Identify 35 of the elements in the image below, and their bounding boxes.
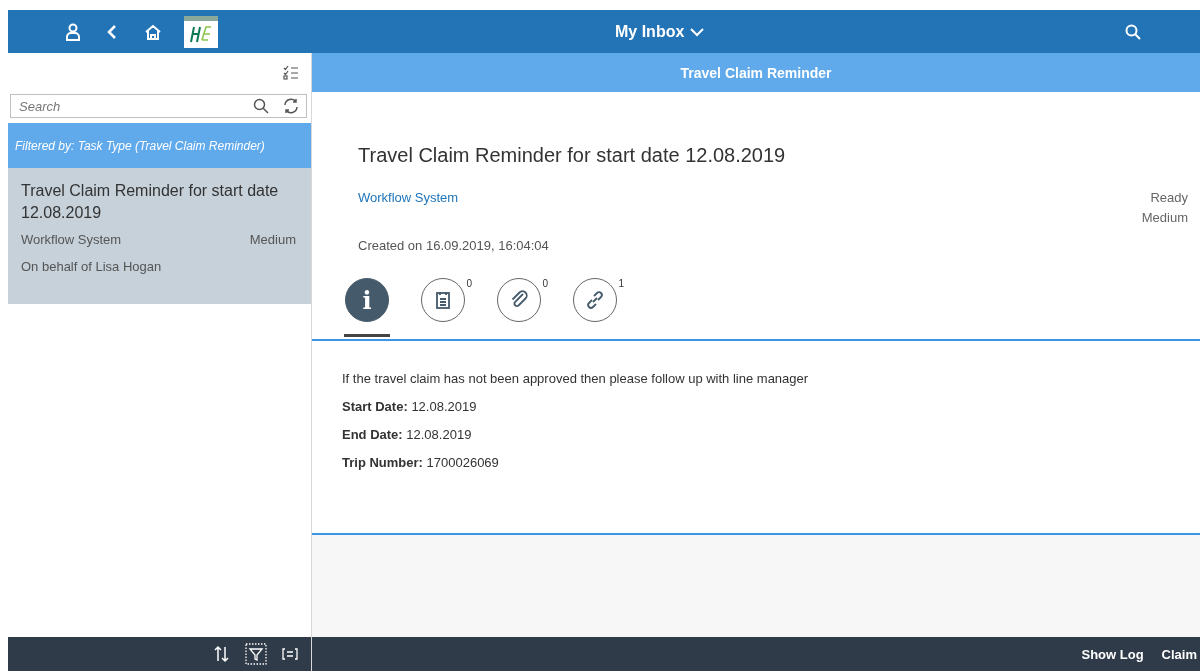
task-list-item[interactable]: Travel Claim Reminder for start date 12.08.2019 Workflow System Medium On behalf of Lisa Hogan bbox=[8, 168, 311, 304]
sort-icon[interactable] bbox=[213, 645, 231, 663]
priority-text: Medium bbox=[1141, 210, 1188, 225]
search-icon[interactable] bbox=[1124, 22, 1142, 41]
detail-title: Travel Claim Reminder for start date 12.08.2019 bbox=[358, 144, 787, 167]
tab-count: 1 bbox=[618, 278, 624, 289]
group-icon[interactable] bbox=[281, 645, 299, 663]
task-title: Travel Claim Reminder for start date 12.08.2019 bbox=[21, 181, 280, 223]
chevron-down-icon bbox=[690, 26, 705, 37]
footer-action-button[interactable]: Claim bbox=[1161, 646, 1197, 662]
footer-action-button[interactable]: Show Log bbox=[1081, 646, 1144, 662]
inbox-title-menu[interactable]: My Inbox bbox=[609, 21, 711, 42]
user-icon[interactable] bbox=[64, 22, 82, 41]
creator-link[interactable]: Workflow System bbox=[358, 190, 459, 205]
field-text: Start Date: 12.08.2019 bbox=[342, 399, 478, 414]
search-icon[interactable] bbox=[252, 97, 270, 115]
multi-select-icon[interactable] bbox=[283, 64, 299, 81]
task-behalf: On behalf of Lisa Hogan bbox=[21, 259, 162, 274]
logo[interactable] bbox=[184, 15, 218, 48]
filter-text: Filtered by: Task Type (Travel Claim Reminder) bbox=[15, 138, 265, 153]
tab-count: 0 bbox=[466, 278, 472, 289]
detail-header-title: Travel Claim Reminder bbox=[680, 64, 832, 81]
description-text: If the travel claim has not been approved then please follow up with line manager bbox=[342, 371, 810, 386]
filter-icon[interactable] bbox=[245, 643, 267, 665]
task-priority: Medium bbox=[249, 232, 296, 247]
status-text: Ready bbox=[1150, 190, 1188, 205]
tab-count: 0 bbox=[542, 278, 548, 289]
search-box[interactable]: Search bbox=[10, 94, 307, 118]
task-creator: Workflow System bbox=[21, 232, 122, 247]
chain-link-icon bbox=[584, 289, 606, 311]
refresh-icon[interactable] bbox=[282, 97, 300, 115]
home-icon[interactable] bbox=[144, 22, 162, 41]
field-text: End Date: 12.08.2019 bbox=[342, 427, 473, 442]
field-text: Trip Number: 1700026069 bbox=[342, 455, 500, 470]
created-text: Created on 16.09.2019, 16:04:04 bbox=[358, 238, 549, 253]
